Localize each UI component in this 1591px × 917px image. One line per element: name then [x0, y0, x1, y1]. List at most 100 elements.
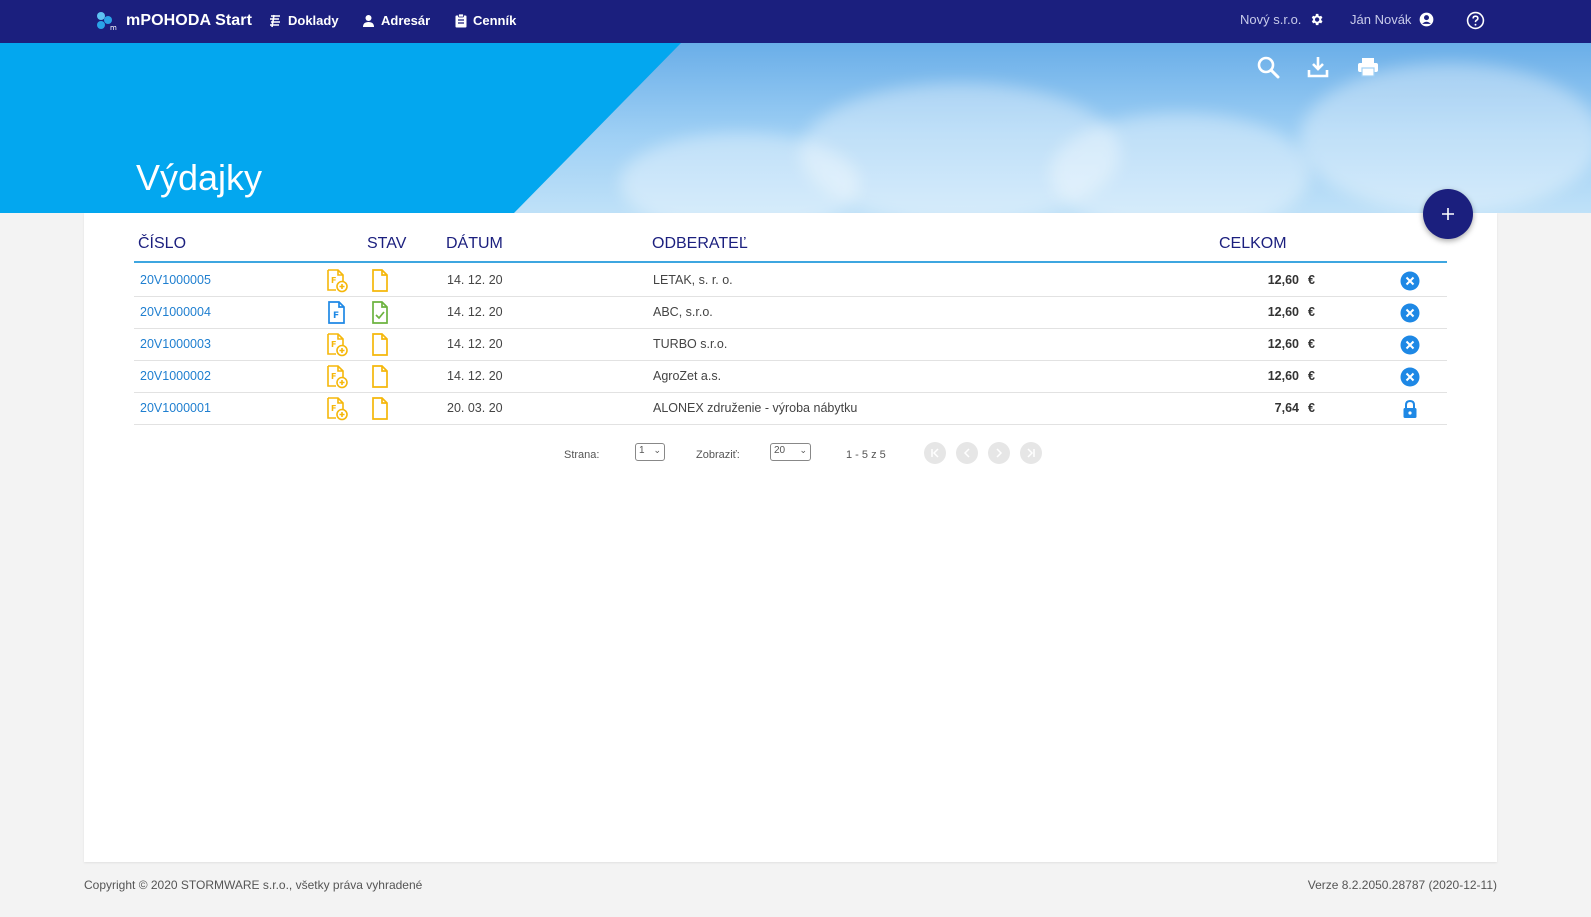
- chevron-down-icon: ⌄: [799, 445, 807, 455]
- nav-cennik[interactable]: Cenník: [455, 13, 516, 28]
- invoice-icon[interactable]: F: [326, 301, 348, 330]
- expense-number-link[interactable]: 20V1000001: [140, 401, 211, 415]
- help-button[interactable]: [1466, 11, 1485, 35]
- chevron-down-icon: ⌄: [653, 445, 661, 455]
- search-button[interactable]: [1256, 55, 1280, 79]
- expense-number-link[interactable]: 20V1000003: [140, 337, 211, 351]
- user-menu[interactable]: Ján Novák: [1350, 12, 1434, 27]
- expense-date: 14. 12. 20: [447, 273, 503, 287]
- svg-text:m: m: [110, 24, 117, 31]
- page-header-banner: Výdajky: [0, 43, 1591, 213]
- nav-adresar[interactable]: Adresár: [362, 13, 430, 28]
- next-page-button[interactable]: [988, 442, 1010, 464]
- expense-customer: LETAK, s. r. o.: [653, 273, 733, 287]
- expense-customer: ABC, s.r.o.: [653, 305, 713, 319]
- last-page-icon: [1027, 448, 1035, 458]
- page-size-select[interactable]: 20 ⌄: [770, 443, 811, 461]
- download-button[interactable]: [1306, 55, 1330, 79]
- expense-number-link[interactable]: 20V1000005: [140, 273, 211, 287]
- page-select[interactable]: 1 ⌄: [635, 443, 665, 461]
- col-number-header[interactable]: ČÍSLO: [138, 235, 186, 253]
- nav-doklady-label: Doklady: [288, 13, 339, 28]
- document-icon: [370, 269, 390, 298]
- company-switcher[interactable]: Nový s.r.o.: [1240, 12, 1324, 27]
- nav-adresar-label: Adresár: [381, 13, 431, 28]
- clipboard-icon: [455, 13, 467, 27]
- cancel-action-cancel-icon[interactable]: [1400, 303, 1420, 328]
- page-range: 1 - 5 z 5: [846, 449, 886, 461]
- print-button[interactable]: [1356, 55, 1380, 79]
- add-expense-button[interactable]: [1423, 189, 1473, 239]
- account-circle-icon: [1420, 12, 1434, 27]
- svg-text:F: F: [331, 276, 336, 285]
- table-row[interactable]: 20V1000004 F 14. 12. 20 ABC, s.r.o. 12,60 €: [134, 297, 1447, 329]
- chevron-left-icon: [963, 448, 970, 458]
- table-row[interactable]: 20V1000001 F 20. 03. 20 ALONEX združenie - …: [134, 393, 1447, 425]
- expense-date: 14. 12. 20: [447, 337, 503, 351]
- expense-date: 14. 12. 20: [447, 369, 503, 383]
- page-size-value: 20: [774, 445, 786, 456]
- col-date-header[interactable]: DÁTUM: [446, 235, 503, 253]
- footer-copyright: Copyright © 2020 STORMWARE s.r.o., všetk…: [84, 878, 423, 892]
- document-icon: [370, 333, 390, 362]
- page-select-value: 1: [639, 445, 645, 456]
- gear-icon: [1312, 13, 1323, 26]
- show-label: Zobraziť:: [696, 449, 740, 461]
- plus-icon: [1442, 208, 1454, 220]
- currency-symbol: €: [1308, 401, 1315, 415]
- page-label: Strana:: [564, 449, 600, 461]
- cancel-action-cancel-icon[interactable]: [1400, 335, 1420, 360]
- footer-version: Verze 8.2.2050.28787 (2020-12-11): [1307, 878, 1497, 892]
- table-row[interactable]: 20V1000005 F 14. 12. 20 LETAK, s. r. o. 12,6…: [134, 265, 1447, 297]
- page-title: Výdajky: [136, 157, 263, 198]
- person-icon: [363, 15, 374, 27]
- invoice-add-icon[interactable]: F: [326, 269, 348, 298]
- expense-number-link[interactable]: 20V1000004: [140, 305, 211, 319]
- nav-doklady[interactable]: Doklady: [268, 13, 339, 28]
- last-page-button[interactable]: [1020, 442, 1042, 464]
- svg-text:F: F: [331, 372, 336, 381]
- col-total-header[interactable]: CELKOM: [1219, 235, 1287, 253]
- expense-total: 7,64: [1274, 401, 1299, 415]
- top-navbar: m mPOHODA Start Doklady Adresár Cenník N…: [0, 0, 1591, 43]
- invoice-add-icon[interactable]: F: [326, 333, 348, 362]
- nav-cennik-label: Cenník: [473, 13, 517, 28]
- expense-customer: TURBO s.r.o.: [653, 337, 728, 351]
- table-row[interactable]: 20V1000003 F 14. 12. 20 TURBO s.r.o. 12,60 €: [134, 329, 1447, 361]
- download-icon: [1307, 57, 1329, 78]
- chevron-right-icon: [996, 448, 1003, 458]
- expense-customer: AgroZet a.s.: [653, 369, 722, 383]
- expense-total: 12,60: [1267, 369, 1299, 383]
- prev-page-button[interactable]: [956, 442, 978, 464]
- document-check-icon: [370, 301, 390, 330]
- user-name: Ján Novák: [1350, 12, 1412, 27]
- currency-symbol: €: [1308, 337, 1315, 351]
- col-customer-header[interactable]: ODBERATEĽ: [652, 235, 748, 253]
- cancel-action-cancel-icon[interactable]: [1400, 271, 1420, 296]
- cancel-action-cancel-icon[interactable]: [1400, 367, 1420, 392]
- lock-action-lock-icon: [1400, 399, 1420, 424]
- first-page-button[interactable]: [924, 442, 946, 464]
- search-icon: [1257, 56, 1280, 79]
- documents-icon: [270, 14, 280, 27]
- first-page-icon: [931, 448, 939, 458]
- expense-date: 20. 03. 20: [447, 401, 503, 415]
- currency-symbol: €: [1308, 369, 1315, 383]
- document-icon: [370, 365, 390, 394]
- table-header: ČÍSLO STAV DÁTUM ODBERATEĽ CELKOM: [134, 233, 1447, 263]
- pohoda-logo-icon: m: [97, 12, 117, 31]
- svg-text:F: F: [331, 340, 336, 349]
- invoice-add-icon[interactable]: F: [326, 365, 348, 394]
- brand[interactable]: m mPOHODA Start: [96, 11, 252, 31]
- invoice-add-icon[interactable]: F: [326, 397, 348, 426]
- expense-number-link[interactable]: 20V1000002: [140, 369, 211, 383]
- expense-total: 12,60: [1267, 337, 1299, 351]
- help-icon: [1466, 11, 1485, 30]
- svg-text:F: F: [331, 404, 336, 413]
- svg-text:F: F: [333, 311, 339, 321]
- col-status-header[interactable]: STAV: [367, 235, 406, 253]
- table-row[interactable]: 20V1000002 F 14. 12. 20 AgroZet a.s. 12,60 €: [134, 361, 1447, 393]
- expense-customer: ALONEX združenie - výroba nábytku: [653, 401, 858, 415]
- currency-symbol: €: [1308, 273, 1315, 287]
- pagination: Strana: 1 ⌄ Zobraziť: 20 ⌄ 1 - 5 z 5: [84, 441, 1497, 467]
